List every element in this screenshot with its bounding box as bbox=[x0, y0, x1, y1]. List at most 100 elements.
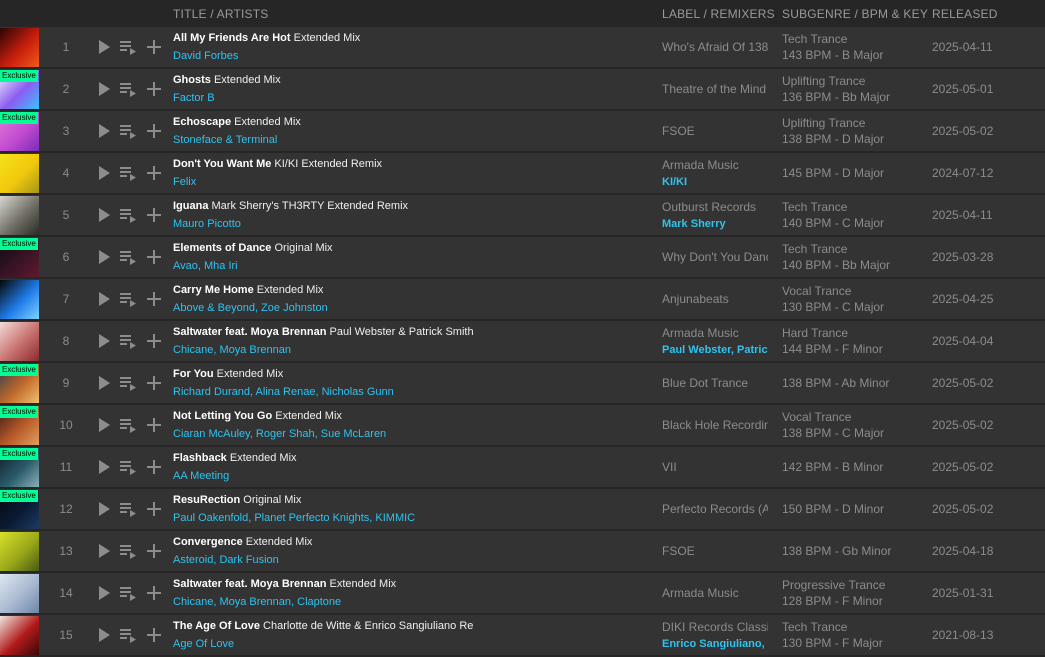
label-link[interactable]: Black Hole Recordings bbox=[662, 418, 768, 432]
track-title-link[interactable]: Don't You Want Me KI/KI Extended Remix bbox=[173, 158, 473, 170]
play-icon[interactable] bbox=[96, 375, 112, 391]
album-art[interactable]: Exclusive bbox=[0, 364, 39, 403]
play-icon[interactable] bbox=[96, 39, 112, 55]
track-row[interactable]: Exclusive 10 Not Letting You Go Extended M… bbox=[0, 405, 1045, 445]
track-artists[interactable]: Chicane, Moya Brennan bbox=[173, 344, 643, 356]
add-to-queue-icon[interactable] bbox=[120, 81, 136, 97]
track-title-link[interactable]: Iguana Mark Sherry's TH3RTY Extended Rem… bbox=[173, 200, 473, 212]
track-title-link[interactable]: Elements of Dance Original Mix bbox=[173, 242, 473, 254]
label-link[interactable]: VII bbox=[662, 460, 768, 474]
track-row[interactable]: 15 The Age Of Love Charlotte de Witte & E… bbox=[0, 615, 1045, 655]
track-title-link[interactable]: Flashback Extended Mix bbox=[173, 452, 473, 464]
track-row[interactable]: 14 Saltwater feat. Moya Brennan Extended … bbox=[0, 573, 1045, 613]
add-to-queue-icon[interactable] bbox=[120, 123, 136, 139]
track-title-link[interactable]: Carry Me Home Extended Mix bbox=[173, 284, 473, 296]
album-art[interactable] bbox=[0, 322, 39, 361]
album-art[interactable] bbox=[0, 532, 39, 571]
track-artists[interactable]: Age Of Love bbox=[173, 638, 643, 650]
add-to-queue-icon[interactable] bbox=[120, 333, 136, 349]
label-link[interactable]: Armada Music bbox=[662, 326, 768, 340]
label-link[interactable]: Perfecto Records (Armada) bbox=[662, 502, 768, 516]
add-to-playlist-icon[interactable] bbox=[146, 123, 162, 139]
add-to-queue-icon[interactable] bbox=[120, 207, 136, 223]
label-link[interactable]: Armada Music bbox=[662, 158, 768, 172]
subgenre[interactable]: Tech Trance bbox=[782, 242, 922, 256]
album-art[interactable]: Exclusive bbox=[0, 238, 39, 277]
play-icon[interactable] bbox=[96, 123, 112, 139]
subgenre[interactable]: Tech Trance bbox=[782, 32, 922, 46]
track-row[interactable]: 7 Carry Me Home Extended Mix Above & Beyon… bbox=[0, 279, 1045, 319]
subgenre[interactable]: Tech Trance bbox=[782, 620, 922, 634]
column-header-released[interactable]: RELEASED bbox=[932, 7, 998, 21]
track-row[interactable]: 5 Iguana Mark Sherry's TH3RTY Extended Re… bbox=[0, 195, 1045, 235]
play-icon[interactable] bbox=[96, 627, 112, 643]
remixers-link[interactable]: KI/KI bbox=[662, 176, 768, 188]
track-row[interactable]: Exclusive 11 Flashback Extended Mix AA Meet… bbox=[0, 447, 1045, 487]
track-artists[interactable]: Ciaran McAuley, Roger Shah, Sue McLaren bbox=[173, 428, 643, 440]
add-to-queue-icon[interactable] bbox=[120, 459, 136, 475]
add-to-queue-icon[interactable] bbox=[120, 627, 136, 643]
remixers-link[interactable]: Mark Sherry bbox=[662, 218, 768, 230]
column-header-title[interactable]: TITLE / ARTISTS bbox=[173, 7, 268, 21]
album-art[interactable] bbox=[0, 574, 39, 613]
play-icon[interactable] bbox=[96, 333, 112, 349]
album-art[interactable]: Exclusive bbox=[0, 490, 39, 529]
label-link[interactable]: FSOE bbox=[662, 124, 768, 138]
track-title-link[interactable]: Ghosts Extended Mix bbox=[173, 74, 473, 86]
track-artists[interactable]: Felix bbox=[173, 176, 643, 188]
album-art[interactable] bbox=[0, 616, 39, 655]
album-art[interactable]: Exclusive bbox=[0, 406, 39, 445]
column-header-genre[interactable]: SUBGENRE / BPM & KEY bbox=[782, 7, 928, 21]
label-link[interactable]: FSOE bbox=[662, 544, 768, 558]
label-link[interactable]: Armada Music bbox=[662, 586, 768, 600]
play-icon[interactable] bbox=[96, 501, 112, 517]
add-to-queue-icon[interactable] bbox=[120, 249, 136, 265]
play-icon[interactable] bbox=[96, 207, 112, 223]
subgenre[interactable]: Tech Trance bbox=[782, 200, 922, 214]
label-link[interactable]: Who's Afraid Of 138?! bbox=[662, 40, 768, 54]
track-title-link[interactable]: ResuRection Original Mix bbox=[173, 494, 473, 506]
track-title-link[interactable]: Saltwater feat. Moya Brennan Paul Webste… bbox=[173, 326, 473, 338]
remixers-link[interactable]: Enrico Sangiuliano, Charlotte de Witte bbox=[662, 638, 768, 650]
track-artists[interactable]: Stoneface & Terminal bbox=[173, 134, 643, 146]
add-to-playlist-icon[interactable] bbox=[146, 291, 162, 307]
album-art[interactable] bbox=[0, 154, 39, 193]
add-to-playlist-icon[interactable] bbox=[146, 501, 162, 517]
label-link[interactable]: Outburst Records bbox=[662, 200, 768, 214]
track-row[interactable]: 1 All My Friends Are Hot Extended Mix Davi… bbox=[0, 27, 1045, 67]
track-row[interactable]: 4 Don't You Want Me KI/KI Extended Remix F… bbox=[0, 153, 1045, 193]
add-to-queue-icon[interactable] bbox=[120, 39, 136, 55]
subgenre[interactable]: Hard Trance bbox=[782, 326, 922, 340]
add-to-playlist-icon[interactable] bbox=[146, 207, 162, 223]
add-to-playlist-icon[interactable] bbox=[146, 627, 162, 643]
subgenre[interactable]: Progressive Trance bbox=[782, 578, 922, 592]
track-artists[interactable]: Mauro Picotto bbox=[173, 218, 643, 230]
play-icon[interactable] bbox=[96, 291, 112, 307]
label-link[interactable]: Blue Dot Trance bbox=[662, 376, 768, 390]
play-icon[interactable] bbox=[96, 165, 112, 181]
track-artists[interactable]: Asteroid, Dark Fusion bbox=[173, 554, 643, 566]
add-to-playlist-icon[interactable] bbox=[146, 249, 162, 265]
remixers-link[interactable]: Paul Webster, Patrick Smith bbox=[662, 344, 768, 356]
subgenre[interactable]: Uplifting Trance bbox=[782, 116, 922, 130]
add-to-playlist-icon[interactable] bbox=[146, 333, 162, 349]
track-artists[interactable]: Above & Beyond, Zoe Johnston bbox=[173, 302, 643, 314]
track-row[interactable]: Exclusive 2 Ghosts Extended Mix Factor B The… bbox=[0, 69, 1045, 109]
add-to-playlist-icon[interactable] bbox=[146, 81, 162, 97]
track-artists[interactable]: Factor B bbox=[173, 92, 643, 104]
play-icon[interactable] bbox=[96, 81, 112, 97]
add-to-queue-icon[interactable] bbox=[120, 375, 136, 391]
label-link[interactable]: Why Don't You Dance bbox=[662, 250, 768, 264]
add-to-playlist-icon[interactable] bbox=[146, 543, 162, 559]
subgenre[interactable]: Uplifting Trance bbox=[782, 74, 922, 88]
label-link[interactable]: Anjunabeats bbox=[662, 292, 768, 306]
add-to-playlist-icon[interactable] bbox=[146, 417, 162, 433]
add-to-playlist-icon[interactable] bbox=[146, 165, 162, 181]
add-to-playlist-icon[interactable] bbox=[146, 39, 162, 55]
add-to-queue-icon[interactable] bbox=[120, 585, 136, 601]
track-row[interactable]: 8 Saltwater feat. Moya Brennan Paul Webst… bbox=[0, 321, 1045, 361]
add-to-queue-icon[interactable] bbox=[120, 165, 136, 181]
column-header-label[interactable]: LABEL / REMIXERS bbox=[662, 7, 775, 21]
track-artists[interactable]: Chicane, Moya Brennan, Claptone bbox=[173, 596, 643, 608]
label-link[interactable]: Theatre of the Mind bbox=[662, 82, 768, 96]
